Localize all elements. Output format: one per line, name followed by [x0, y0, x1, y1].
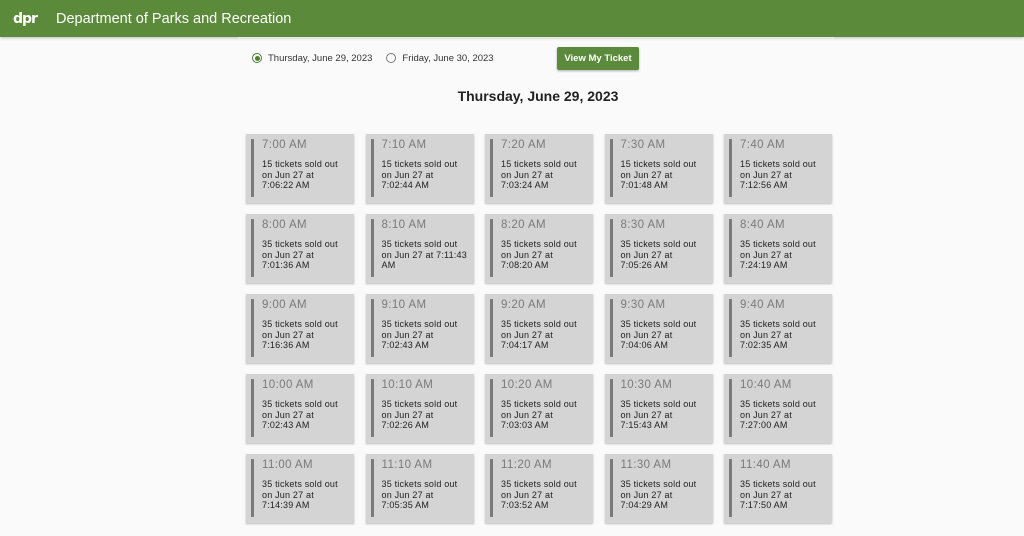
- day-heading: Thursday, June 29, 2023: [457, 88, 619, 104]
- slot-status: 35 tickets sold out on Jun 27 at 7:03:03…: [501, 399, 577, 431]
- time-slot-card[interactable]: 7:00 AM 15 tickets sold out on Jun 27 at …: [246, 134, 354, 203]
- slot-status: 35 tickets sold out on Jun 27 at 7:04:17…: [501, 319, 577, 351]
- slot-time: 8:20 AM: [501, 219, 546, 231]
- time-slot-card[interactable]: 7:10 AM 15 tickets sold out on Jun 27 at …: [365, 134, 474, 203]
- slot-status: 35 tickets sold out on Jun 27 at 7:04:29…: [620, 479, 697, 511]
- slot-time: 8:00 AM: [262, 219, 307, 231]
- time-slot-card[interactable]: 10:40 AM 35 tickets sold out on Jun 27 at…: [724, 374, 832, 443]
- slot-status: 15 tickets sold out on Jun 27 at 7:01:48…: [620, 159, 697, 191]
- app-title: Department of Parks and Recreation: [56, 10, 292, 27]
- time-slot-card[interactable]: 10:00 AM 35 tickets sold out on Jun 27 at…: [246, 374, 354, 443]
- time-slot-card[interactable]: 11:00 AM 35 tickets sold out on Jun 27 at…: [246, 454, 354, 523]
- slot-time: 10:10 AM: [381, 379, 434, 391]
- time-slot-card[interactable]: 7:20 AM 15 tickets sold out on Jun 27 at …: [485, 134, 593, 203]
- time-slot-card[interactable]: 10:10 AM 35 tickets sold out on Jun 27 at…: [365, 374, 474, 443]
- slot-status: 35 tickets sold out on Jun 27 at 7:08:20…: [501, 239, 577, 271]
- time-slot-card[interactable]: 11:10 AM 35 tickets sold out on Jun 27 at…: [365, 454, 474, 523]
- slot-time: 11:00 AM: [262, 459, 313, 471]
- slot-status: 35 tickets sold out on Jun 27 at 7:02:43…: [262, 399, 338, 431]
- slot-status: 35 tickets sold out on Jun 27 at 7:24:19…: [740, 239, 816, 271]
- slot-time: 7:00 AM: [262, 139, 307, 151]
- time-slot-card[interactable]: 8:10 AM 35 tickets sold out on Jun 27 at …: [365, 214, 474, 283]
- time-slot-card[interactable]: 9:10 AM 35 tickets sold out on Jun 27 at …: [365, 294, 474, 363]
- slot-time: 11:20 AM: [501, 459, 552, 471]
- slot-status: 35 tickets sold out on Jun 27 at 7:16:36…: [262, 319, 338, 351]
- slot-time: 9:20 AM: [501, 299, 546, 311]
- slot-status: 35 tickets sold out on Jun 27 at 7:11:43…: [381, 239, 467, 271]
- slot-status: 35 tickets sold out on Jun 27 at 7:04:06…: [620, 319, 697, 351]
- slot-time: 9:30 AM: [620, 299, 666, 311]
- time-slot-card[interactable]: 8:00 AM 35 tickets sold out on Jun 27 at …: [246, 214, 354, 283]
- time-slot-card[interactable]: 11:40 AM 35 tickets sold out on Jun 27 at…: [724, 454, 832, 523]
- slot-status: 35 tickets sold out on Jun 27 at 7:02:43…: [381, 319, 458, 351]
- slot-status: 15 tickets sold out on Jun 27 at 7:12:56…: [740, 159, 816, 191]
- radio-checked-icon[interactable]: [252, 53, 262, 63]
- slot-time: 11:10 AM: [381, 459, 433, 471]
- view-my-ticket-button[interactable]: View My Ticket: [557, 47, 639, 70]
- slot-time: 11:40 AM: [740, 459, 791, 471]
- slot-status: 35 tickets sold out on Jun 27 at 7:05:26…: [620, 239, 697, 271]
- slot-time: 8:30 AM: [620, 219, 666, 231]
- radio-unchecked-icon[interactable]: [386, 53, 397, 63]
- slot-status: 35 tickets sold out on Jun 27 at 7:17:50…: [740, 479, 816, 511]
- time-slot-card[interactable]: 9:40 AM 35 tickets sold out on Jun 27 at …: [724, 294, 832, 363]
- slot-time: 7:20 AM: [501, 139, 546, 151]
- slot-status: 15 tickets sold out on Jun 27 at 7:03:24…: [501, 159, 577, 191]
- slot-time: 8:40 AM: [740, 219, 785, 231]
- slot-time: 9:00 AM: [262, 299, 307, 311]
- date-selector: Thursday, June 29, 2023 Friday, June 30,…: [252, 46, 494, 70]
- time-slot-card[interactable]: 11:30 AM 35 tickets sold out on Jun 27 at…: [604, 454, 713, 523]
- time-slot-card[interactable]: 10:30 AM 35 tickets sold out on Jun 27 at…: [604, 374, 713, 443]
- time-slot-card[interactable]: 9:30 AM 35 tickets sold out on Jun 27 at …: [604, 294, 713, 363]
- slot-status: 35 tickets sold out on Jun 27 at 7:03:52…: [501, 479, 577, 511]
- time-slot-card[interactable]: 8:20 AM 35 tickets sold out on Jun 27 at …: [485, 214, 593, 283]
- content-divider: [238, 37, 834, 39]
- date-option-friday[interactable]: Friday, June 30, 2023: [386, 52, 494, 64]
- slot-time: 11:30 AM: [620, 459, 672, 471]
- time-slot-card[interactable]: 8:40 AM 35 tickets sold out on Jun 27 at …: [724, 214, 832, 283]
- time-slot-card[interactable]: 7:40 AM 15 tickets sold out on Jun 27 at …: [724, 134, 832, 203]
- dpr-logo[interactable]: dpr: [12, 9, 38, 29]
- slot-status: 35 tickets sold out on Jun 27 at 7:02:26…: [381, 399, 458, 431]
- slot-status: 15 tickets sold out on Jun 27 at 7:06:22…: [262, 159, 338, 191]
- slot-status: 35 tickets sold out on Jun 27 at 7:01:36…: [262, 239, 338, 271]
- slot-status: 35 tickets sold out on Jun 27 at 7:15:43…: [620, 399, 697, 431]
- slot-time: 10:40 AM: [740, 379, 792, 391]
- slot-time: 10:00 AM: [262, 379, 314, 391]
- date-option-thursday[interactable]: Thursday, June 29, 2023: [252, 53, 372, 64]
- slot-status: 35 tickets sold out on Jun 27 at 7:02:35…: [740, 319, 816, 351]
- time-slot-grid: 7:00 AM 15 tickets sold out on Jun 27 at …: [246, 134, 832, 523]
- time-slot-card[interactable]: 9:00 AM 35 tickets sold out on Jun 27 at …: [246, 294, 354, 363]
- time-slot-card[interactable]: 9:20 AM 35 tickets sold out on Jun 27 at …: [485, 294, 593, 363]
- slot-time: 9:10 AM: [381, 299, 427, 311]
- slot-status: 35 tickets sold out on Jun 27 at 7:05:35…: [381, 479, 458, 511]
- time-slot-card[interactable]: 8:30 AM 35 tickets sold out on Jun 27 at …: [604, 214, 713, 283]
- time-slot-card[interactable]: 10:20 AM 35 tickets sold out on Jun 27 at…: [485, 374, 593, 443]
- slot-time: 10:20 AM: [501, 379, 553, 391]
- slot-time: 9:40 AM: [740, 299, 785, 311]
- slot-time: 7:30 AM: [620, 139, 666, 151]
- time-slot-card[interactable]: 11:20 AM 35 tickets sold out on Jun 27 at…: [485, 454, 593, 523]
- top-app-bar: dpr Department of Parks and Recreation: [0, 0, 1024, 37]
- time-slot-card[interactable]: 7:30 AM 15 tickets sold out on Jun 27 at …: [604, 134, 713, 203]
- slot-status: 35 tickets sold out on Jun 27 at 7:27:00…: [740, 399, 816, 431]
- slot-status: 15 tickets sold out on Jun 27 at 7:02:44…: [381, 159, 458, 191]
- slot-time: 7:10 AM: [381, 139, 427, 151]
- slot-time: 7:40 AM: [740, 139, 785, 151]
- slot-time: 8:10 AM: [381, 219, 427, 231]
- date-option-label: Friday, June 30, 2023: [402, 52, 494, 64]
- slot-status: 35 tickets sold out on Jun 27 at 7:14:39…: [262, 479, 338, 511]
- date-option-label: Thursday, June 29, 2023: [268, 52, 373, 64]
- slot-time: 10:30 AM: [620, 379, 673, 391]
